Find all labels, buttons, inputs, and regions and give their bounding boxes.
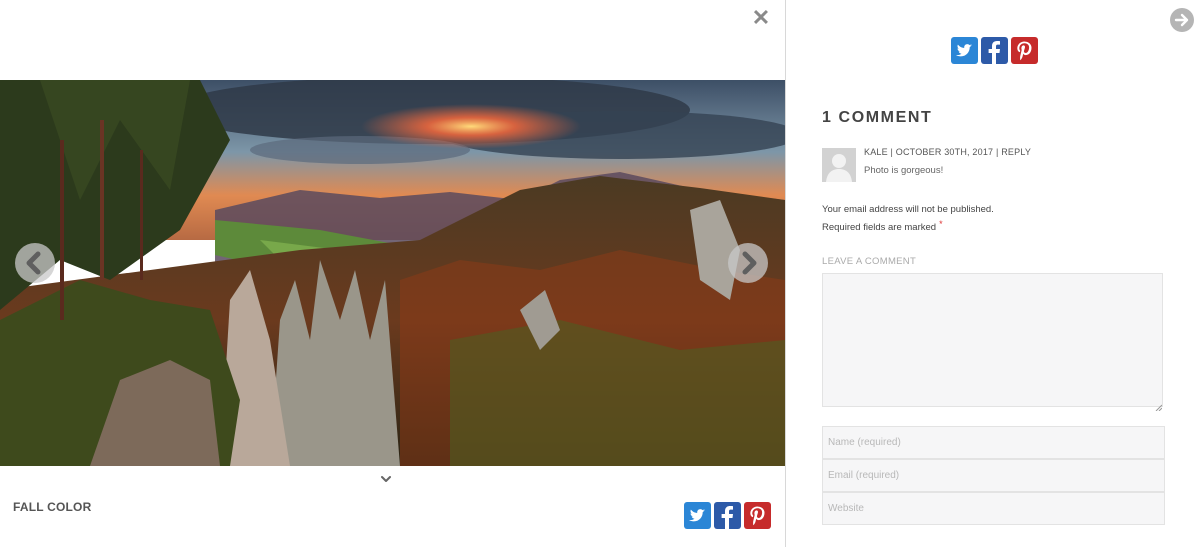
next-image-button[interactable] (728, 243, 768, 283)
facebook-icon (988, 41, 1000, 64)
resize-grip-icon[interactable] (1155, 398, 1163, 412)
share-buttons-top (951, 37, 1038, 64)
lightbox-image-panel: ✕ FALL COLOR (0, 0, 785, 547)
comments-title: 1 COMMENT (822, 109, 933, 126)
facebook-share-button[interactable] (981, 37, 1008, 64)
share-buttons-bottom (684, 502, 771, 529)
comment-textarea[interactable] (822, 273, 1163, 407)
meta-separator: | (887, 147, 896, 157)
twitter-icon (956, 44, 972, 57)
facebook-share-button[interactable] (714, 502, 741, 529)
required-notice-text: Required fields are marked (822, 222, 937, 233)
close-icon[interactable]: ✕ (751, 7, 771, 29)
comment-text: Photo is gorgeous! (864, 165, 944, 176)
pinterest-share-button[interactable] (1011, 37, 1038, 64)
previous-image-button[interactable] (15, 243, 55, 283)
comment-author: KALE (864, 147, 888, 157)
facebook-icon (721, 506, 733, 529)
image-caption: FALL COLOR (13, 500, 92, 514)
pinterest-share-button[interactable] (744, 502, 771, 529)
name-field[interactable] (822, 426, 1165, 459)
twitter-share-button[interactable] (951, 37, 978, 64)
comments-sidebar: 1 COMMENT KALE | OCTOBER 30TH, 2017 | RE… (786, 0, 1200, 547)
leave-comment-label: LEAVE A COMMENT (822, 256, 917, 267)
arrow-right-icon (1174, 13, 1189, 27)
next-arrow-button[interactable] (1170, 8, 1194, 32)
email-notice: Your email address will not be published… (822, 204, 994, 215)
chevron-right-icon (742, 251, 757, 275)
website-field[interactable] (822, 492, 1165, 525)
avatar (822, 148, 856, 182)
reply-link[interactable]: REPLY (1001, 147, 1031, 157)
chevron-left-icon (26, 251, 41, 275)
email-field[interactable] (822, 459, 1165, 492)
default-avatar-icon (822, 148, 856, 182)
pinterest-icon (750, 506, 765, 526)
gallery-photo (0, 80, 785, 466)
twitter-share-button[interactable] (684, 502, 711, 529)
pinterest-icon (1017, 41, 1032, 61)
required-notice: Required fields are marked * (822, 219, 943, 233)
chevron-down-icon[interactable] (378, 472, 394, 486)
required-marker: * (939, 219, 943, 229)
comment-meta: KALE | OCTOBER 30TH, 2017 | REPLY (864, 147, 1031, 157)
twitter-icon (689, 509, 705, 522)
comment-date: OCTOBER 30TH, 2017 (895, 147, 994, 157)
